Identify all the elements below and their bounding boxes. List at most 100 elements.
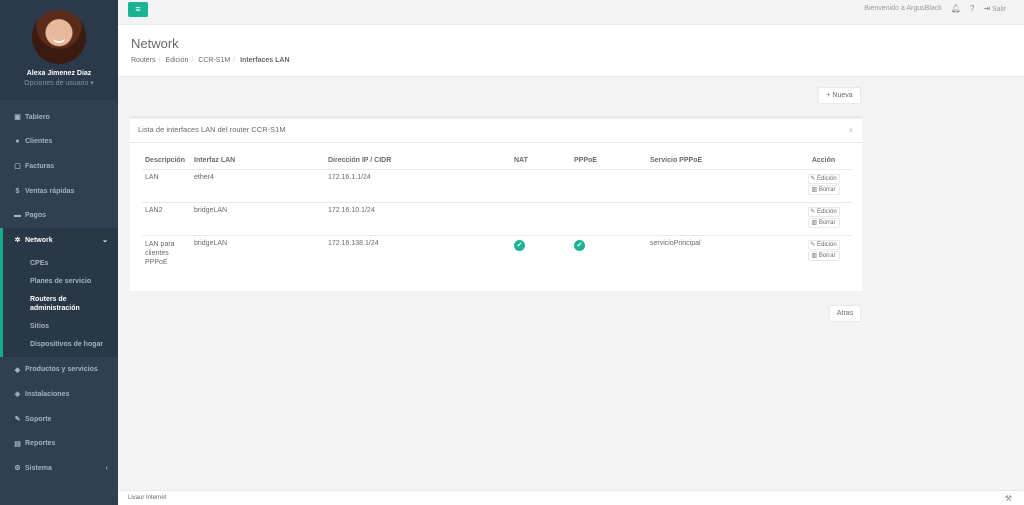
- edit-label: Edición: [817, 175, 837, 182]
- interfaces-table: Descripción Interfaz LAN Dirección IP / …: [142, 153, 852, 273]
- column-header: Dirección IP / CIDR: [325, 153, 511, 170]
- sidebar-item-label: Tablero: [25, 113, 50, 121]
- check-circle-icon: ✔: [514, 239, 525, 251]
- delete-label: Borrar: [818, 219, 836, 226]
- breadcrumb: Routers / Edición / CCR-S1M / Interfaces LA…: [131, 57, 290, 64]
- close-icon[interactable]: ×: [848, 126, 853, 135]
- cell-nat: ✔: [511, 235, 571, 273]
- column-header: Descripción: [142, 153, 191, 170]
- sidebar-item-sistema[interactable]: ⚙ Sistema ‹: [0, 456, 118, 481]
- breadcrumb-edicion[interactable]: Edición: [165, 57, 188, 64]
- delete-button[interactable]: ▥ Borrar: [807, 250, 840, 261]
- edit-label: Edición: [817, 208, 837, 215]
- cell-ip: 172.16.1.1/24: [325, 169, 511, 203]
- book-icon: ▤: [14, 440, 21, 448]
- table-row: LAN para clientes PPPoE bridgeLAN 172.16…: [142, 235, 852, 273]
- sidebar-item-pagos[interactable]: ▬ Pagos: [0, 203, 118, 228]
- topbar-right: Bienvenido a ArgusBlack 🔔︎ ? ⇥ Salir: [864, 4, 1006, 13]
- submenu-item-planes[interactable]: Planes de servicio: [3, 272, 118, 290]
- avatar[interactable]: [32, 10, 86, 64]
- users-icon: ●: [15, 138, 20, 146]
- cell-ip: 172.16.10.1/24: [325, 202, 511, 236]
- logout-link[interactable]: ⇥ Salir: [983, 4, 1006, 13]
- cell-servicio: servicioPrincipal: [650, 239, 701, 247]
- sidebar-item-label: Sistema: [25, 464, 52, 472]
- cell-interfaz: bridgeLAN: [194, 239, 228, 247]
- footer: Livaur Internet ⚒: [118, 490, 1024, 505]
- footer-text: Livaur Internet: [128, 495, 167, 501]
- profile-block: Alexa Jimenez Diaz Opciones de usuario ▾: [0, 0, 118, 100]
- submenu-item-cpes[interactable]: CPEs: [3, 254, 118, 272]
- sidebar-item-instalaciones[interactable]: ◈ Instalaciones: [0, 382, 118, 407]
- cell-descripcion: LAN para clientes PPPoE: [145, 240, 175, 266]
- welcome-text: Bienvenido a ArgusBlack: [864, 5, 942, 12]
- help-icon[interactable]: ?: [970, 4, 974, 13]
- sidebar-item-label: Network: [25, 236, 53, 244]
- chevron-down-icon: ⌄: [102, 237, 108, 245]
- edit-button[interactable]: ✎ Edición: [807, 206, 840, 217]
- sidebar-item-facturas[interactable]: ▢ Facturas: [0, 154, 118, 179]
- new-interface-button[interactable]: + Nueva: [818, 87, 861, 104]
- sidebar-item-tablero[interactable]: ▣ Tablero: [0, 105, 118, 130]
- cell-pppoe: ✔: [571, 235, 647, 273]
- dashboard-icon: ▣: [14, 114, 21, 122]
- menu-toggle-button[interactable]: ≡: [128, 2, 148, 17]
- sidebar-item-clientes[interactable]: ● Clientes: [0, 130, 118, 155]
- submenu-item-sitios[interactable]: Sitios: [3, 317, 118, 335]
- snowflake-icon: ✲: [14, 237, 21, 245]
- bell-icon[interactable]: 🔔︎: [951, 4, 961, 13]
- delete-button[interactable]: ▥ Borrar: [807, 184, 840, 195]
- column-header: Acción: [795, 153, 852, 170]
- sign-out-icon: ⇥: [983, 4, 991, 13]
- tags-icon: ◈: [14, 391, 21, 399]
- sidebar-item-label: Ventas rápidas: [25, 187, 75, 195]
- edit-label: Edición: [817, 241, 837, 248]
- breadcrumb-current: Interfaces LAN: [240, 57, 290, 64]
- sidebar-item-label: Productos y servicios: [25, 366, 98, 374]
- sidebar-item-ventas[interactable]: $ Ventas rápidas: [0, 179, 118, 204]
- sidebar-item-reportes[interactable]: ▤ Reportes: [0, 431, 118, 456]
- sidebar-nav: ▣ Tablero ● Clientes ▢ Facturas $ Ventas ráp…: [0, 105, 118, 253]
- user-options-dropdown[interactable]: Opciones de usuario ▾: [0, 79, 118, 87]
- edit-icon: ✎: [810, 208, 816, 215]
- sidebar-item-network[interactable]: ✲ Network ⌄: [0, 227, 118, 253]
- edit-button[interactable]: ✎ Edición: [807, 173, 840, 184]
- table-row: LAN2 bridgeLAN 172.16.10.1/24 ✎ Edición …: [142, 202, 852, 236]
- sidebar-nav-lower: ◆ Productos y servicios ◈ Instalaciones ✎ S…: [0, 358, 118, 481]
- tag-icon: ◆: [14, 366, 21, 374]
- trash-icon: ▥: [811, 186, 818, 193]
- breadcrumb-routers[interactable]: Routers: [131, 57, 156, 64]
- sidebar-item-label: Clientes: [25, 138, 53, 146]
- sidebar-item-label: Facturas: [25, 162, 55, 170]
- sidebar-item-soporte[interactable]: ✎ Soporte: [0, 407, 118, 432]
- cell-interfaz: ether4: [191, 169, 325, 203]
- table-header-row: Descripción Interfaz LAN Dirección IP / …: [142, 153, 852, 170]
- cell-actions: ✎ Edición ▥ Borrar: [795, 169, 852, 203]
- table-row: LAN ether4 172.16.1.1/24 ✎ Edición ▥ Bor…: [142, 169, 852, 203]
- cell-servicio: [647, 202, 795, 236]
- cell-pppoe: [571, 169, 647, 203]
- back-button[interactable]: Atras: [829, 305, 861, 322]
- sidebar-item-label: Soporte: [25, 415, 52, 423]
- page-title: Network: [131, 36, 179, 51]
- chevron-left-icon: ‹: [105, 464, 108, 472]
- sidebar: Alexa Jimenez Diaz Opciones de usuario ▾…: [0, 0, 118, 505]
- cell-descripcion: LAN2: [142, 202, 191, 236]
- edit-button[interactable]: ✎ Edición: [807, 239, 840, 250]
- delete-button[interactable]: ▥ Borrar: [807, 217, 840, 228]
- sidebar-item-productos[interactable]: ◆ Productos y servicios: [0, 358, 118, 383]
- interfaces-panel: Lista de interfaces LAN del router CCR-S…: [130, 116, 862, 291]
- panel-title: Lista de interfaces LAN del router CCR-S…: [130, 119, 862, 143]
- cogs-icon: ⚙: [14, 465, 21, 473]
- breadcrumb-router[interactable]: CCR-S1M: [198, 57, 230, 64]
- money-icon: ▬: [14, 212, 21, 220]
- hamburger-icon: ≡: [135, 4, 141, 14]
- delete-label: Borrar: [818, 186, 836, 193]
- panel-title-text: Lista de interfaces LAN del router CCR-S…: [138, 125, 286, 134]
- cell-pppoe: [571, 202, 647, 236]
- tools-icon[interactable]: ⚒: [1005, 494, 1012, 503]
- submenu-item-dispositivos[interactable]: Dispositivos de hogar: [3, 335, 118, 353]
- submenu-item-routers[interactable]: Routers de administración: [3, 290, 118, 317]
- topbar: ≡ Bienvenido a ArgusBlack 🔔︎ ? ⇥ Salir: [118, 0, 1024, 25]
- trash-icon: ▥: [811, 219, 818, 226]
